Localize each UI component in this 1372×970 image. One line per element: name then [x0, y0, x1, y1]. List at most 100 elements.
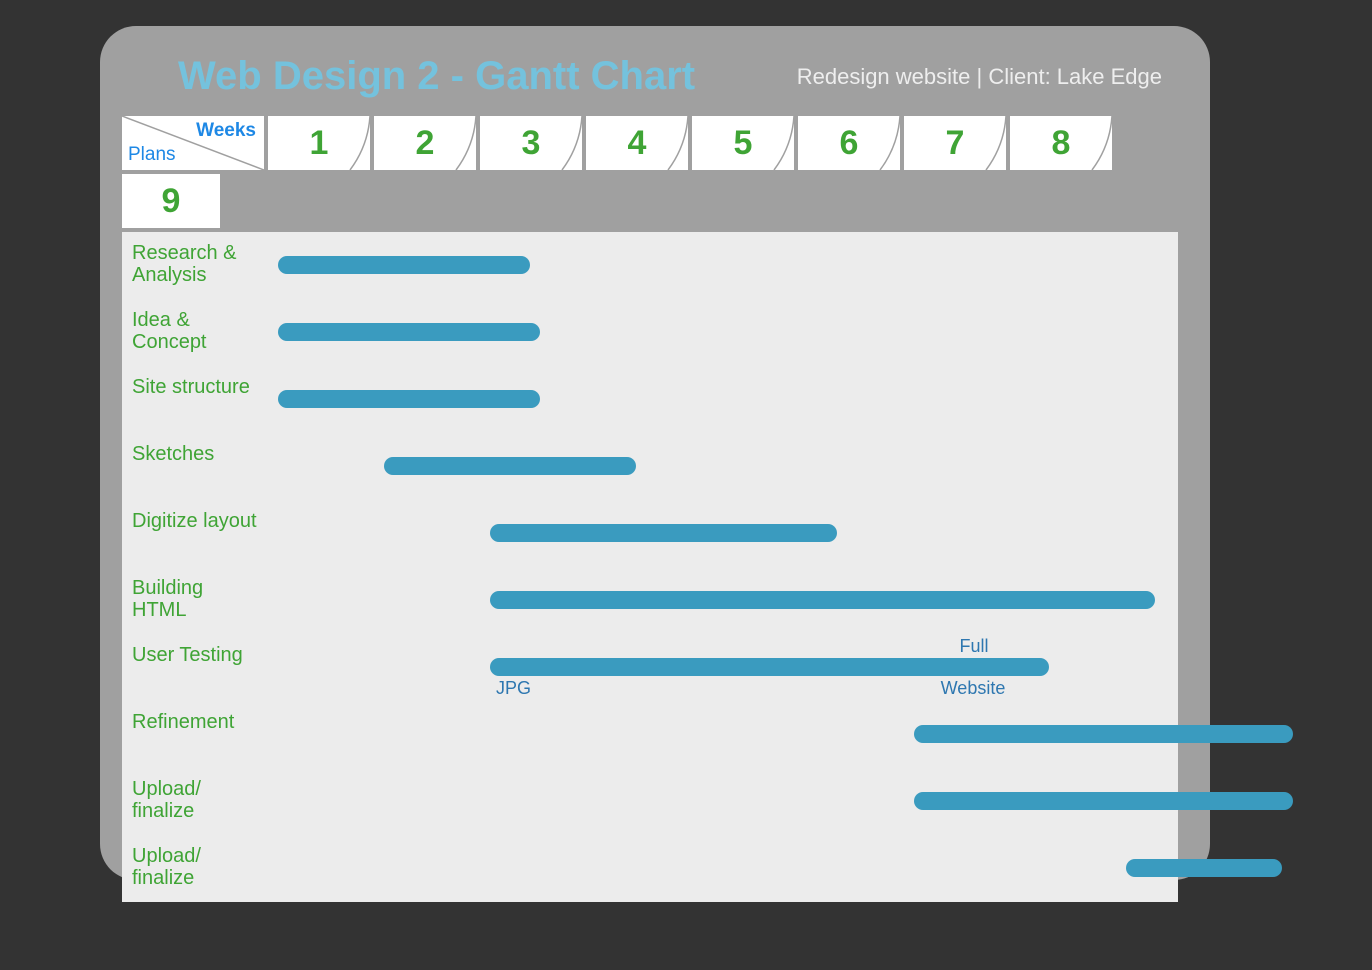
- grid-cell: [468, 701, 570, 768]
- plans-axis-label: Plans: [128, 144, 176, 166]
- gantt-row: Site structure: [122, 366, 1182, 433]
- grid-cell: [1080, 366, 1178, 433]
- chart-subtitle: Redesign website | Client: Lake Edge: [797, 64, 1162, 90]
- grid-cell: [978, 433, 1080, 500]
- week-number: 8: [1010, 116, 1112, 170]
- week-header-6: 6: [798, 116, 900, 170]
- gantt-bar: [490, 524, 837, 542]
- grid-cell: [1080, 299, 1178, 366]
- gantt-bar: [278, 390, 540, 408]
- weeks-axis-label: Weeks: [196, 120, 256, 142]
- grid-cell: [570, 232, 672, 299]
- grid-cell: [570, 299, 672, 366]
- week-header-4: 4: [586, 116, 688, 170]
- annotation-full: Full: [934, 636, 1014, 657]
- week-header-8: 8: [1010, 116, 1112, 170]
- chart-header: Web Design 2 - Gantt Chart Redesign webs…: [100, 26, 1210, 116]
- task-label-cell: Building HTML: [122, 567, 264, 634]
- task-label-cell: Upload/ finalize: [122, 768, 264, 835]
- grid-cell: [570, 768, 672, 835]
- grid-cell: [468, 768, 570, 835]
- gantt-bar: [278, 256, 530, 274]
- gantt-bar: [914, 792, 1293, 810]
- task-label: Building HTML: [122, 567, 264, 621]
- grid-cell: [876, 232, 978, 299]
- grid-cell: [264, 433, 366, 500]
- grid-cell: [876, 366, 978, 433]
- grid-cell: [978, 500, 1080, 567]
- chart-title: Web Design 2 - Gantt Chart: [178, 54, 695, 99]
- grid-cell: [366, 701, 468, 768]
- grid-cell: [1080, 232, 1178, 299]
- gantt-bar: [490, 591, 1155, 609]
- grid-cell: [366, 768, 468, 835]
- week-number: 6: [798, 116, 900, 170]
- task-label-cell: Research & Analysis: [122, 232, 264, 299]
- grid-cell: [978, 232, 1080, 299]
- grid-cell: [774, 232, 876, 299]
- grid-cell: [570, 835, 672, 902]
- task-label: Sketches: [122, 433, 264, 465]
- gantt-bar: [1126, 859, 1282, 877]
- week-header-1: 1: [268, 116, 370, 170]
- axis-corner-cell: Weeks Plans: [122, 116, 264, 170]
- grid-cell: [1080, 433, 1178, 500]
- grid-cell: [672, 701, 774, 768]
- week-number: 4: [586, 116, 688, 170]
- week-header-2: 2: [374, 116, 476, 170]
- grid-cell: [774, 299, 876, 366]
- task-label-cell: User Testing: [122, 634, 264, 701]
- task-label-cell: Digitize layout: [122, 500, 264, 567]
- gantt-row: Refinement: [122, 701, 1182, 768]
- task-label: Upload/ finalize: [122, 768, 264, 822]
- grid-cell: [978, 299, 1080, 366]
- grid-cell: [264, 768, 366, 835]
- gantt-bar: [384, 457, 636, 475]
- grid-cell: [876, 835, 978, 902]
- chart-card: Web Design 2 - Gantt Chart Redesign webs…: [100, 26, 1210, 880]
- grid-cell: [672, 299, 774, 366]
- task-label: Upload/ finalize: [122, 835, 264, 889]
- grid-cell: [1080, 500, 1178, 567]
- gantt-grid: Weeks Plans 1 2 3 4 5 6 7 8 9 Research &…: [122, 116, 1182, 902]
- week-number: 9: [122, 174, 220, 228]
- grid-cell: [774, 835, 876, 902]
- grid-cell: [774, 768, 876, 835]
- gantt-bar: [278, 323, 540, 341]
- gantt-row: Idea & Concept: [122, 299, 1182, 366]
- grid-cell: [672, 433, 774, 500]
- task-label-cell: Upload/ finalize: [122, 835, 264, 902]
- grid-cell: [570, 701, 672, 768]
- grid-cell: [774, 366, 876, 433]
- task-label: Research & Analysis: [122, 232, 264, 286]
- grid-cell: [876, 299, 978, 366]
- task-label-cell: Sketches: [122, 433, 264, 500]
- annotation-website: Website: [918, 678, 1028, 699]
- task-label: Digitize layout: [122, 500, 264, 532]
- gantt-row: User TestingJPGFullWebsite: [122, 634, 1182, 701]
- task-label: Idea & Concept: [122, 299, 264, 353]
- gantt-row: Research & Analysis: [122, 232, 1182, 299]
- week-header-7: 7: [904, 116, 1006, 170]
- grid-cell: [672, 768, 774, 835]
- grid-cell: [672, 835, 774, 902]
- grid-cell: [366, 835, 468, 902]
- grid-cell: [978, 366, 1080, 433]
- gantt-bar: [490, 658, 1049, 676]
- week-header-9: 9: [122, 174, 220, 228]
- week-number: 2: [374, 116, 476, 170]
- grid-cell: [264, 701, 366, 768]
- grid-cell: [264, 634, 366, 701]
- task-label: User Testing: [122, 634, 264, 666]
- gantt-rows: Research & Analysis Idea & Concept Site st…: [122, 170, 1182, 902]
- grid-cell: [468, 835, 570, 902]
- week-number: 1: [268, 116, 370, 170]
- week-header-5: 5: [692, 116, 794, 170]
- grid-cell: [876, 433, 978, 500]
- grid-cell: [366, 634, 468, 701]
- gantt-row: Building HTML: [122, 567, 1182, 634]
- header-row: Weeks Plans 1 2 3 4 5 6 7 8 9: [122, 116, 1182, 170]
- grid-cell: [264, 567, 366, 634]
- task-label-cell: Idea & Concept: [122, 299, 264, 366]
- gantt-bar: [914, 725, 1293, 743]
